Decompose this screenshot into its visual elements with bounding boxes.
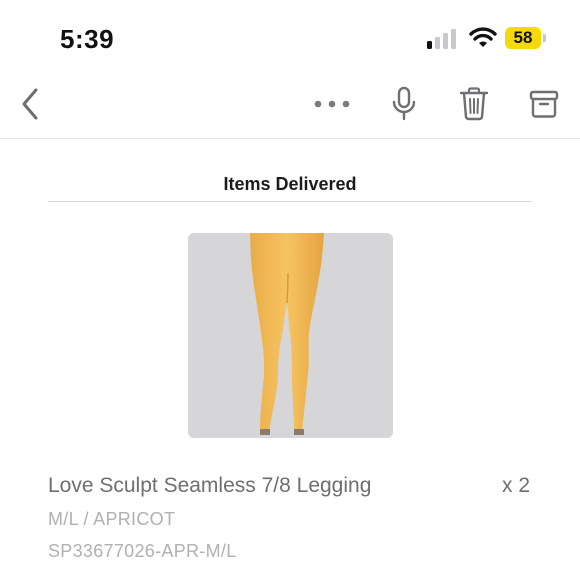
back-chevron-icon — [22, 88, 38, 120]
microphone-button[interactable] — [384, 84, 424, 124]
item-quantity: x 2 — [501, 474, 530, 497]
mail-toolbar — [0, 72, 580, 139]
status-bar: 5:39 58 — [0, 0, 580, 70]
wifi-icon — [469, 27, 497, 47]
back-button[interactable] — [14, 84, 46, 124]
more-button[interactable] — [309, 84, 355, 124]
trash-icon — [459, 87, 489, 121]
section-divider — [48, 201, 532, 202]
product-name[interactable]: Love Sculpt Seamless 7/8 Legging — [48, 474, 371, 498]
battery-level: 58 — [513, 28, 533, 47]
item-sku: SP33677026-APR-M/L — [48, 541, 237, 561]
more-dots-icon — [314, 100, 350, 108]
battery-icon: 58 — [505, 27, 541, 49]
trash-button[interactable] — [454, 84, 494, 124]
archive-icon — [529, 90, 559, 118]
status-time: 5:39 — [60, 24, 115, 54]
section-title: Items Delivered — [223, 174, 357, 194]
item-variant: M/L / APRICOT — [48, 509, 176, 529]
microphone-icon — [392, 86, 416, 121]
battery-cap — [543, 34, 546, 42]
product-image[interactable] — [188, 233, 393, 438]
signal-icon — [427, 29, 459, 49]
legging-illustration — [250, 233, 324, 435]
archive-button[interactable] — [524, 84, 564, 124]
